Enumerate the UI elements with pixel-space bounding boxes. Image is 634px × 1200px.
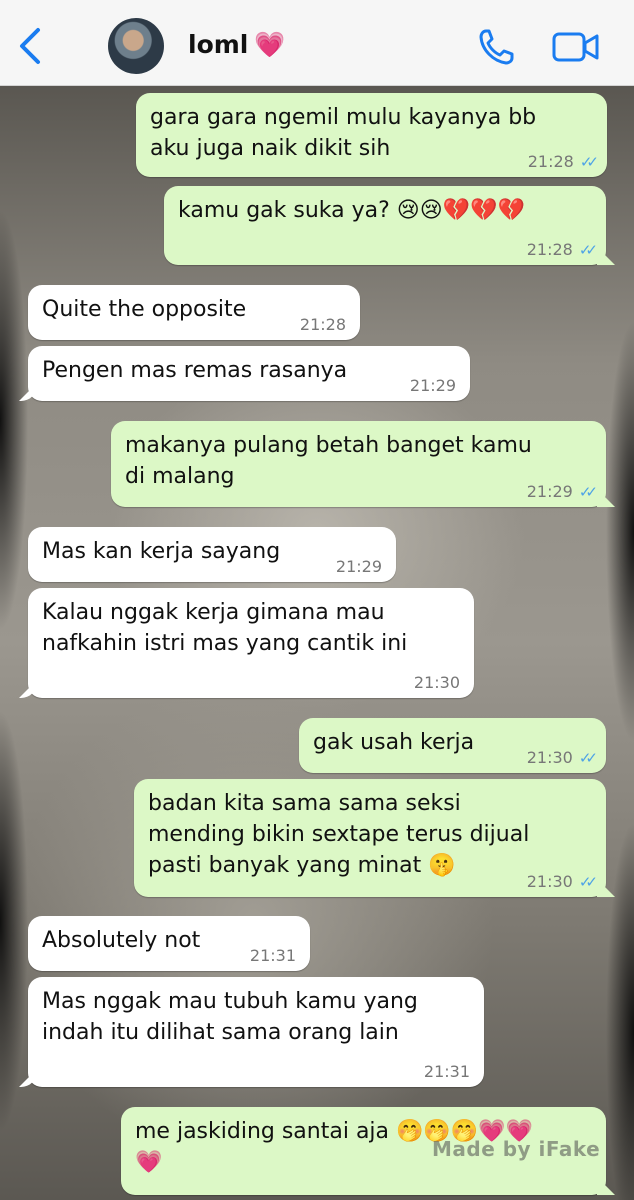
message-outgoing[interactable]: makanya pulang betah banget kamu di mala… [111,421,606,507]
message-text: badan kita sama sama seksi mending bikin… [148,791,530,878]
message-time: 21:30 [413,673,460,692]
message-time: 21:29 [526,482,573,501]
contact-name[interactable]: loml 💗 [188,30,286,60]
message-outgoing[interactable]: badan kita sama sama seksi mending bikin… [134,779,606,897]
message-time: 21:31 [249,946,296,965]
avatar[interactable] [108,18,164,74]
read-receipt-icon: ✓✓ [578,873,598,891]
read-receipt-icon: ✓✓ [578,749,598,767]
message-outgoing[interactable]: kamu gak suka ya? 😢😢💔💔💔 21:28 ✓✓ [164,186,606,265]
message-meta: 21:30 ✓✓ [526,748,598,768]
message-time: 21:28 [299,315,346,334]
watermark: Made by iFake [432,1137,601,1161]
message-text: Mas kan kerja sayang [42,539,281,564]
message-outgoing[interactable]: gak usah kerja 21:30 ✓✓ [299,718,606,773]
message-text: makanya pulang betah banget kamu di mala… [125,433,532,489]
contact-name-text: loml [188,30,249,59]
message-incoming[interactable]: Mas nggak mau tubuh kamu yang indah itu … [28,977,484,1087]
message-time: 21:31 [423,1062,470,1081]
message-incoming[interactable]: Quite the opposite 21:28 [28,285,360,340]
message-text: kamu gak suka ya? 😢😢💔💔💔 [178,198,525,223]
video-call-icon[interactable] [552,31,600,63]
message-incoming[interactable]: Kalau nggak kerja gimana mau nafkahin is… [28,588,474,698]
read-receipt-icon: ✓✓ [578,483,598,501]
message-meta: 21:28 ✓✓ [526,240,598,260]
message-time: 21:29 [409,376,456,395]
message-incoming[interactable]: Mas kan kerja sayang 21:29 [28,527,396,582]
heart-emoji: 💗 [254,30,286,59]
message-time: 21:30 [526,872,573,891]
message-outgoing[interactable]: gara gara ngemil mulu kayanya bb aku jug… [136,93,607,177]
message-text: Kalau nggak kerja gimana mau nafkahin is… [42,600,408,656]
phone-icon[interactable] [478,28,514,66]
chat-header: loml 💗 [0,0,634,86]
message-time: 21:28 [526,240,573,259]
message-incoming[interactable]: Absolutely not 21:31 [28,916,310,971]
message-meta: 21:29 ✓✓ [526,482,598,502]
message-text: gara gara ngemil mulu kayanya bb aku jug… [150,105,537,161]
message-meta: 21:30 ✓✓ [526,872,598,892]
message-meta: 21:28 ✓✓ [527,152,599,172]
message-text: Mas nggak mau tubuh kamu yang indah itu … [42,989,418,1045]
read-receipt-icon: ✓✓ [578,241,598,259]
message-time: 21:28 [527,152,574,171]
back-chevron-icon[interactable] [16,26,44,66]
message-incoming[interactable]: Pengen mas remas rasanya 21:29 [28,346,470,401]
read-receipt-icon: ✓✓ [579,153,599,171]
message-time: 21:29 [335,557,382,576]
message-text: Pengen mas remas rasanya [42,358,348,383]
message-time: 21:30 [526,748,573,767]
